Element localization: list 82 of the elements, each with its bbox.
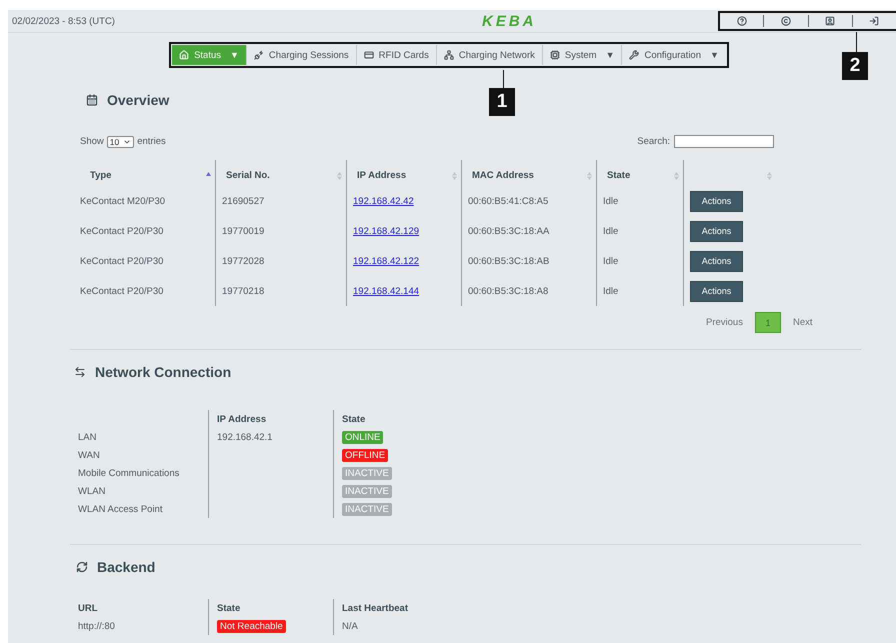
arrows-icon — [74, 366, 86, 378]
entries-label: entries — [137, 136, 166, 147]
table-cell: 00:60:B5:3C:18:A8 — [468, 286, 548, 296]
connection-name: WLAN — [78, 486, 106, 496]
actions-button[interactable]: Actions — [690, 220, 743, 242]
table-cell: Idle — [603, 196, 618, 206]
table-cell: 19770218 — [222, 286, 264, 296]
table-cell: KeContact P20/P30 — [80, 256, 164, 266]
table-cell: 00:60:B5:3C:18:AA — [468, 226, 550, 236]
search-field[interactable] — [674, 135, 774, 148]
connection-name: LAN — [78, 432, 96, 442]
column-header: URL — [78, 602, 98, 614]
table-cell: Idle — [603, 256, 618, 266]
nav-tab[interactable]: Configuration ▼ — [621, 45, 726, 65]
table-cell: Idle — [603, 226, 618, 236]
sort-up-icon[interactable] — [206, 172, 211, 176]
home-icon — [179, 50, 190, 60]
column-header[interactable]: Type — [90, 170, 112, 181]
column-header[interactable]: IP Address — [357, 170, 406, 181]
actions-button[interactable]: Actions — [690, 190, 743, 212]
column-header: IP Address — [217, 414, 266, 424]
column-header[interactable]: State — [607, 170, 630, 181]
table-cell: KeContact M20/P30 — [80, 196, 166, 206]
ip-link[interactable]: 192.168.42.129 — [353, 226, 420, 236]
status-badge: OFFLINE — [342, 448, 388, 462]
actions-button[interactable]: Actions — [690, 250, 743, 272]
connection-name: WAN — [78, 450, 100, 460]
callout-label: 2 — [842, 52, 868, 80]
table-cell: KeContact P20/P30 — [80, 226, 164, 236]
column-header: Last Heartbeat — [342, 602, 408, 614]
url-value: http://:80 — [78, 620, 115, 632]
actions-button[interactable]: Actions — [690, 280, 743, 302]
table-cell: KeContact P20/P30 — [80, 286, 164, 296]
user-icon — [825, 16, 836, 26]
connection-name: WLAN Access Point — [78, 504, 162, 514]
leader-line — [503, 70, 504, 88]
callout-label: 1 — [489, 88, 515, 116]
table-cell: 19772028 — [222, 256, 264, 266]
connection-name: Mobile Communications — [78, 468, 180, 478]
calendar-icon — [86, 94, 98, 106]
section-title: Overview — [107, 92, 170, 108]
ip-link[interactable]: 192.168.42.122 — [353, 256, 420, 266]
status-badge: INACTIVE — [342, 466, 392, 480]
network-icon — [444, 50, 454, 60]
wrench-icon — [629, 50, 640, 60]
previous-link[interactable]: Previous — [706, 317, 743, 328]
ip-address: 192.168.42.1 — [217, 432, 272, 442]
column-header: State — [217, 602, 240, 614]
heartbeat-value: N/A — [342, 620, 358, 632]
ip-link[interactable]: 192.168.42.42 — [353, 196, 414, 206]
table-cell: 19770019 — [222, 226, 264, 236]
section-title: Backend — [97, 559, 156, 575]
table-cell: 21690527 — [222, 196, 264, 206]
column-header: State — [342, 414, 366, 424]
nav-tab[interactable]: System ▼ — [542, 45, 622, 65]
nav-tab[interactable]: Charging Sessions — [246, 45, 356, 65]
ip-link[interactable]: 192.168.42.144 — [353, 286, 420, 296]
copyright-icon — [780, 16, 791, 26]
column-header[interactable]: Serial No. — [226, 170, 270, 181]
logout-icon — [869, 16, 880, 26]
status-badge: ONLINE — [342, 430, 384, 444]
logo: KEBA — [482, 12, 537, 30]
nav-tab[interactable]: RFID Cards — [356, 45, 436, 65]
table-cell: 00:60:B5:41:C8:A5 — [468, 196, 548, 206]
status-badge: INACTIVE — [342, 484, 392, 498]
date-time: 02/02/2023 - 8:53 (UTC) — [11, 16, 116, 26]
column-header[interactable]: MAC Address — [472, 170, 534, 181]
entries-select[interactable]: 10 — [106, 136, 134, 148]
show-label: Show — [80, 136, 104, 147]
search-label: Search: — [637, 136, 670, 147]
status-badge: Not Reachable — [217, 620, 286, 632]
refresh-icon — [76, 561, 88, 573]
chip-icon — [550, 50, 560, 60]
charger-icon — [254, 50, 264, 60]
section-title: Network Connection — [95, 364, 232, 380]
status-badge: INACTIVE — [342, 502, 392, 516]
next-link[interactable]: Next — [792, 317, 813, 328]
table-cell: 00:60:B5:3C:18:AB — [468, 256, 550, 266]
help-icon — [736, 16, 747, 26]
nav-tab[interactable]: Charging Network — [436, 45, 542, 65]
table-cell: Idle — [603, 286, 618, 296]
card-icon — [364, 50, 374, 60]
